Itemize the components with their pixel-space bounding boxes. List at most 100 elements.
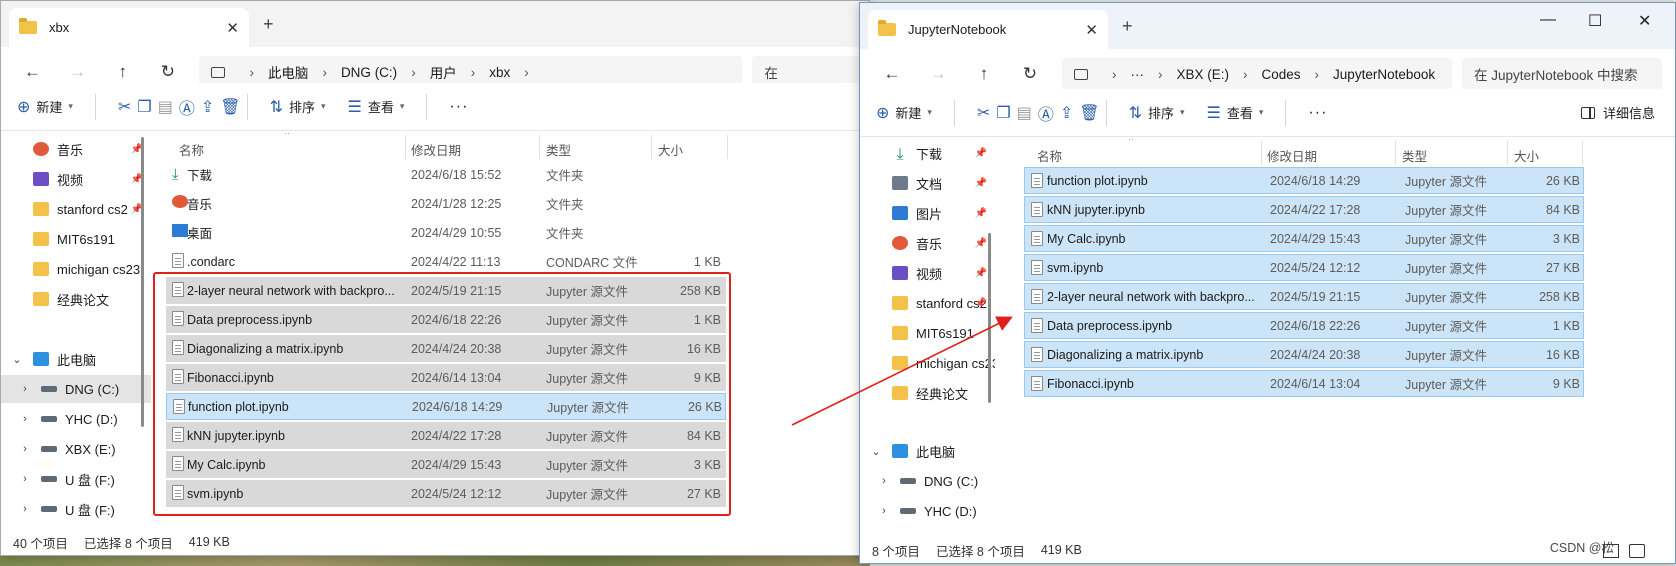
chevron-right-icon[interactable]: › [322,65,327,80]
nav-item-documents[interactable]: 文档 📌 [860,169,995,197]
nav-item-this-pc[interactable]: ⌄ 此电脑 [860,437,995,465]
column-header-name[interactable]: 名称 [179,140,204,159]
breadcrumb-item[interactable]: xbx [489,65,510,80]
table-row[interactable]: 音乐 2024/1/28 12:25 文件夹 [166,190,726,217]
column-divider[interactable] [1507,141,1508,165]
nav-scrollbar[interactable] [988,233,991,403]
chevron-right-icon[interactable]: › [878,475,890,487]
chevron-right-icon[interactable]: › [471,65,476,80]
table-row[interactable]: 桌面 2024/4/29 10:55 文件夹 [166,219,726,246]
chevron-right-icon[interactable]: › [19,503,31,515]
breadcrumb-item[interactable]: 此电脑 [268,62,309,82]
minimize-icon[interactable]: — [1540,11,1556,29]
table-row[interactable]: ⤓ 下载 2024/6/18 15:52 文件夹 [166,161,726,188]
column-header-type[interactable]: 类型 [546,140,571,159]
copy-icon[interactable]: ❐ [137,97,151,117]
nav-item-papers[interactable]: 经典论文 [860,379,995,407]
chevron-down-icon[interactable]: ⌄ [870,445,882,458]
search-input[interactable]: 在 JupyterNotebook 中搜索 [1462,58,1662,90]
tab-jupyternotebook[interactable]: JupyterNotebook ✕ [868,10,1108,49]
chevron-right-icon[interactable]: › [878,505,890,517]
breadcrumb-item[interactable]: XBX (E:) [1177,67,1230,82]
column-divider[interactable] [1582,141,1583,165]
nav-item-downloads[interactable]: ⤓ 下载 📌 [860,139,995,167]
rename-icon[interactable]: Ⓐ [179,95,195,119]
more-options-icon[interactable]: ··· [449,98,468,116]
table-row[interactable]: Diagonalizing a matrix.ipynb 2024/4/24 20… [166,335,726,362]
column-header-date[interactable]: 修改日期 [411,140,461,159]
up-arrow-icon[interactable]: ↑ [109,62,136,82]
table-row[interactable]: svm.ipynb 2024/5/24 12:12 Jupyter 源文件 27 KB [1024,254,1584,281]
chevron-right-icon[interactable]: › [19,443,31,455]
nav-item-stanford[interactable]: stanford cs2 📌 [860,289,995,317]
table-row[interactable]: My Calc.ipynb 2024/4/29 15:43 Jupyter 源文件 3… [166,451,726,478]
forward-arrow-icon[interactable]: → [924,64,952,84]
new-tab-plus-icon[interactable]: + [263,14,274,35]
chevron-right-icon[interactable]: › [249,65,254,80]
nav-item-usb-f-2[interactable]: › U 盘 (F:) [1,495,151,523]
chevron-right-icon[interactable]: › [1158,67,1163,82]
chevron-right-icon[interactable]: › [19,413,31,425]
table-row[interactable]: My Calc.ipynb 2024/4/29 15:43 Jupyter 源文件 3… [1024,225,1584,252]
refresh-icon[interactable]: ↻ [1016,64,1044,84]
close-icon[interactable]: ✕ [226,19,239,37]
cut-icon[interactable]: ✂ [977,103,990,123]
column-divider[interactable] [539,135,540,159]
table-row[interactable]: Fibonacci.ipynb 2024/6/14 13:04 Jupyter 源文… [166,364,726,391]
details-pane-button[interactable]: 详细信息 [1580,103,1655,122]
breadcrumb[interactable]: › ··· › XBX (E:) › Codes › JupyterNotebo… [1062,58,1452,90]
copy-icon[interactable]: ❐ [996,103,1010,123]
more-options-icon[interactable]: ··· [1308,104,1327,122]
nav-item-dng-c[interactable]: › DNG (C:) [860,467,995,495]
nav-item-music[interactable]: 音乐 📌 [1,135,151,163]
view-button[interactable]: ☰ 查看 ▾ [348,97,405,117]
nav-item-michigan[interactable]: michigan cs23 [860,349,995,377]
table-row[interactable]: function plot.ipynb 2024/6/18 14:29 Jupyte… [166,393,726,420]
nav-item-mit[interactable]: MIT6s191 [1,225,151,253]
sort-button[interactable]: ⇅ 排序 ▾ [1129,103,1185,123]
column-divider[interactable] [727,135,728,159]
chevron-right-icon[interactable]: › [19,473,31,485]
table-row[interactable]: 2-layer neural network with backpro... 20… [1024,283,1584,310]
nav-item-dng-c[interactable]: › DNG (C:) [1,375,151,403]
chevron-right-icon[interactable]: › [1315,67,1320,82]
forward-arrow-icon[interactable]: → [64,62,91,82]
back-arrow-icon[interactable]: ← [878,64,906,84]
chevron-right-icon[interactable]: › [1112,67,1117,82]
share-icon[interactable]: ⇪ [201,97,214,117]
nav-item-this-pc[interactable]: ⌄ 此电脑 [1,345,151,373]
chevron-down-icon[interactable]: ⌄ [11,353,23,366]
paste-icon[interactable]: ▤ [158,97,173,117]
nav-item-usb-f[interactable]: › U 盘 (F:) [1,465,151,493]
back-arrow-icon[interactable]: ← [19,62,46,82]
column-divider[interactable] [651,135,652,159]
nav-item-videos[interactable]: 视频 📌 [1,165,151,193]
chevron-right-icon[interactable]: › [411,65,416,80]
nav-item-xbx-e[interactable]: › XBX (E:) [1,435,151,463]
column-header-name[interactable]: 名称 [1037,146,1062,165]
breadcrumb-item[interactable]: Codes [1262,67,1301,82]
tiles-view-icon[interactable] [1629,544,1645,558]
rename-icon[interactable]: Ⓐ [1038,101,1054,125]
table-row[interactable]: kNN jupyter.ipynb 2024/4/22 17:28 Jupyter … [166,422,726,449]
delete-icon[interactable]: 🗑 [1079,103,1099,123]
column-header-type[interactable]: 类型 [1402,146,1427,165]
nav-item-yhc-d[interactable]: › YHC (D:) [1,405,151,433]
refresh-icon[interactable]: ↻ [154,62,181,82]
up-arrow-icon[interactable]: ↑ [970,64,998,84]
view-button[interactable]: ☰ 查看 ▾ [1207,103,1264,123]
nav-item-videos[interactable]: 视频 📌 [860,259,995,287]
table-row[interactable]: function plot.ipynb 2024/6/18 14:29 Jupyte… [1024,167,1584,194]
breadcrumb-item[interactable]: DNG (C:) [341,65,397,80]
table-row[interactable]: svm.ipynb 2024/5/24 12:12 Jupyter 源文件 27 KB [166,480,726,507]
nav-item-mit[interactable]: MIT6s191 [860,319,995,347]
column-divider[interactable] [1395,141,1396,165]
tab-xbx[interactable]: xbx ✕ [9,8,249,47]
nav-item-music[interactable]: 音乐 📌 [860,229,995,257]
breadcrumb-item[interactable]: 用户 [430,62,457,82]
paste-icon[interactable]: ▤ [1017,103,1032,123]
new-button[interactable]: ⊕ 新建 ▾ [17,97,73,117]
chevron-right-icon[interactable]: › [19,383,31,395]
nav-item-pictures[interactable]: 图片 📌 [860,199,995,227]
table-row[interactable]: Fibonacci.ipynb 2024/6/14 13:04 Jupyter 源文… [1024,370,1584,397]
